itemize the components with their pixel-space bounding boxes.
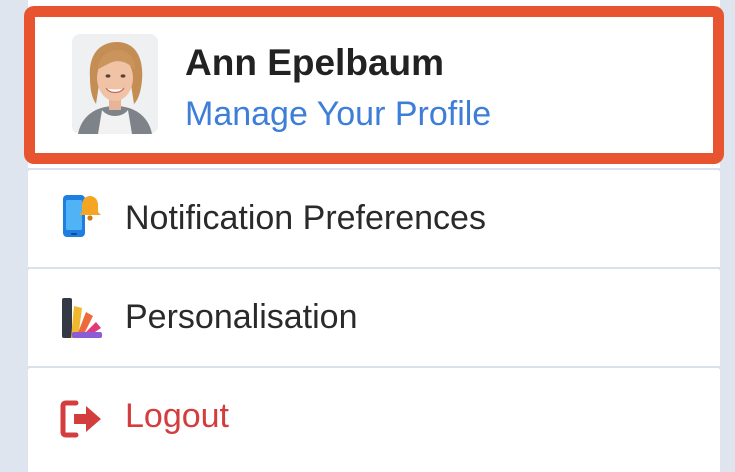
user-name: Ann Epelbaum: [185, 42, 445, 83]
color-palette-icon: [60, 294, 104, 342]
manage-profile-link[interactable]: Manage Your Profile: [185, 95, 491, 134]
divider: [28, 366, 720, 368]
menu-item-label: Notification Preferences: [125, 199, 486, 237]
menu-item-personalisation[interactable]: Personalisation: [28, 270, 720, 366]
menu-item-notification-preferences[interactable]: Notification Preferences: [28, 171, 720, 267]
menu-item-label: Personalisation: [125, 298, 358, 336]
divider: [28, 168, 720, 170]
divider: [28, 267, 720, 269]
menu-item-label: Logout: [125, 397, 229, 435]
avatar: [72, 34, 158, 134]
phone-bell-icon: [60, 193, 104, 241]
logout-icon: [60, 395, 104, 443]
menu-item-logout[interactable]: Logout: [28, 369, 720, 472]
